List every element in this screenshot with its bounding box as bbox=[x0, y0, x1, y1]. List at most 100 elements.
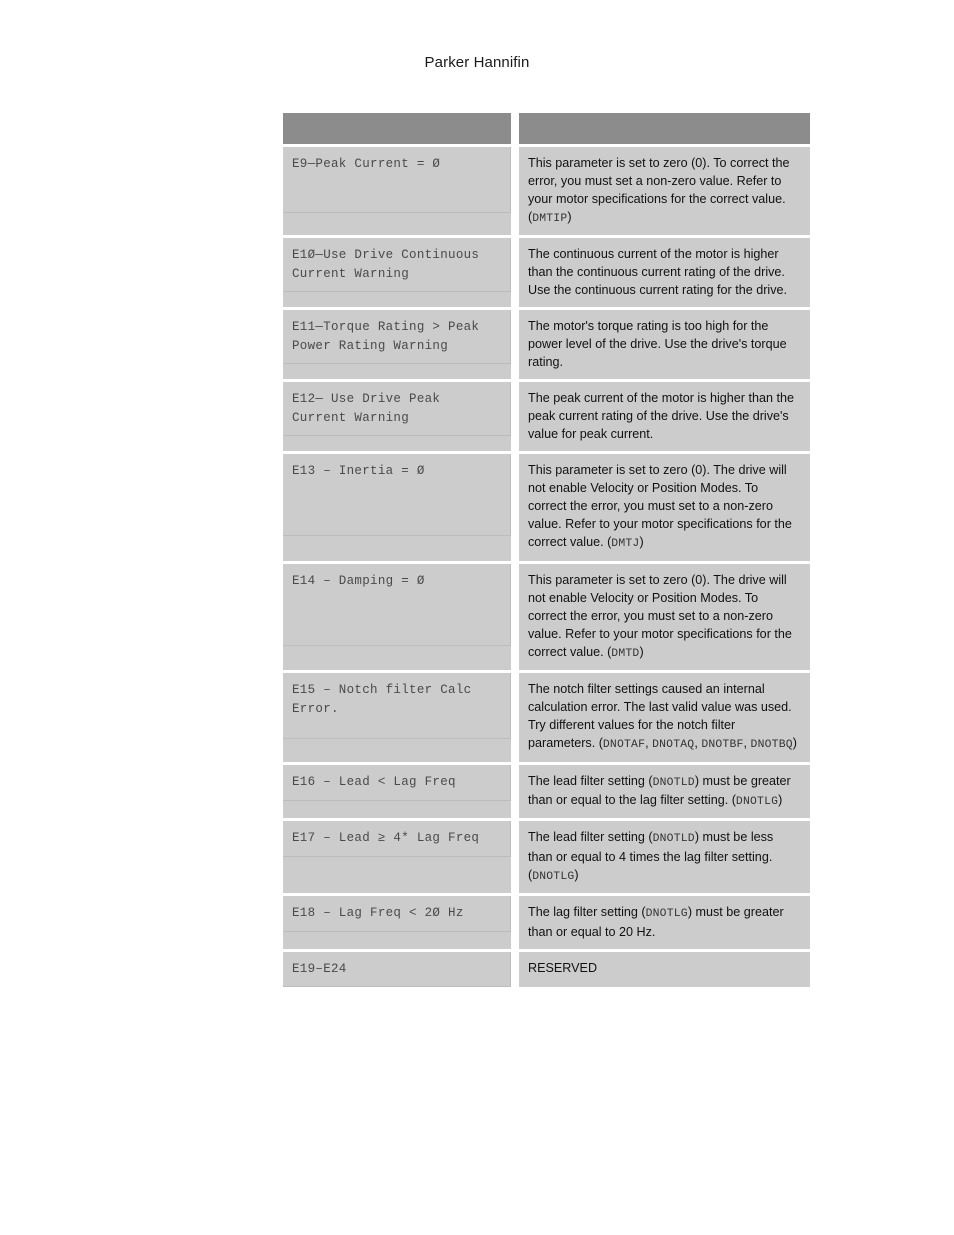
error-description-text: This parameter is set to zero (0). The d… bbox=[528, 463, 792, 550]
description-fragment: The continuous current of the motor is h… bbox=[528, 247, 788, 298]
error-description-cell: The lead filter setting (DNOTLD) must be… bbox=[519, 818, 810, 894]
error-description-cell-inner: This parameter is set to zero (0). To co… bbox=[519, 147, 810, 235]
table-row: E17 – Lead ≥ 4* Lag Freq The lead filter … bbox=[283, 818, 810, 894]
error-description-cell-inner: This parameter is set to zero (0). The d… bbox=[519, 454, 810, 560]
description-fragment: RESERVED bbox=[528, 960, 598, 975]
table-header-row bbox=[283, 113, 810, 144]
description-fragment: The lead filter setting ( bbox=[528, 830, 653, 845]
description-fragment: The lead filter setting ( bbox=[528, 773, 653, 788]
column-gap-spacer bbox=[511, 670, 519, 762]
error-description-text: The motor's torque rating is too high fo… bbox=[528, 319, 787, 369]
table-row: E9—Peak Current = Ø This parameter is set… bbox=[283, 144, 810, 236]
error-code-cell: E18 – Lag Freq < 2Ø Hz bbox=[283, 893, 511, 949]
description-fragment: This parameter is set to zero (0). The d… bbox=[528, 572, 792, 659]
error-code-cell-inner: E9—Peak Current = Ø bbox=[283, 147, 511, 213]
running-header: Parker Hannifin bbox=[0, 54, 954, 72]
error-description-text: The lead filter setting (DNOTLD) must be… bbox=[528, 773, 791, 808]
description-fragment: ) bbox=[639, 535, 644, 550]
error-code-cell-inner: E19–E24 bbox=[283, 951, 511, 987]
table-header bbox=[283, 113, 810, 144]
error-description-text: The lead filter setting (DNOTLD) must be… bbox=[528, 830, 773, 883]
error-description-cell: This parameter is set to zero (0). The d… bbox=[519, 560, 810, 671]
error-description-cell-inner: The lead filter setting (DNOTLD) must be… bbox=[519, 821, 810, 893]
column-gap-spacer bbox=[511, 379, 519, 452]
error-code-cell-inner: E15 – Notch filter Calc Error. bbox=[283, 673, 511, 740]
error-code-text: E18 – Lag Freq < 2Ø Hz bbox=[292, 906, 464, 921]
error-code-text: E16 – Lead < Lag Freq bbox=[292, 774, 456, 789]
error-description-cell-inner: The motor's torque rating is too high fo… bbox=[519, 310, 810, 379]
error-code-cell: E14 – Damping = Ø bbox=[283, 560, 511, 671]
parameter-name: DNOTLG bbox=[645, 908, 688, 921]
column-gap-spacer bbox=[511, 144, 519, 236]
description-fragment: The peak current of the motor is higher … bbox=[528, 391, 795, 442]
table-row: E18 – Lag Freq < 2Ø Hz The lag filter set… bbox=[283, 893, 810, 949]
error-description-text: This parameter is set to zero (0). To co… bbox=[528, 156, 790, 225]
description-fragment: The lag filter setting ( bbox=[528, 905, 646, 920]
error-code-table-wrapper: E9—Peak Current = Ø This parameter is set… bbox=[283, 113, 810, 987]
description-fragment: ) bbox=[778, 793, 783, 808]
error-code-cell-inner: E17 – Lead ≥ 4* Lag Freq bbox=[283, 821, 511, 858]
error-code-cell: E9—Peak Current = Ø bbox=[283, 144, 511, 236]
parameter-name: DMTIP bbox=[532, 213, 568, 225]
error-description-text: The lag filter setting (DNOTLG) must be … bbox=[528, 905, 784, 938]
column-gap-spacer bbox=[511, 560, 519, 671]
table-row: E12— Use Drive Peak Current Warning The p… bbox=[283, 379, 810, 452]
error-description-cell: The notch filter settings caused an inte… bbox=[519, 670, 810, 762]
column-gap-spacer bbox=[511, 818, 519, 894]
error-code-cell: E1Ø—Use Drive Continuous Current Warning bbox=[283, 235, 511, 308]
parameter-name: DNOTBQ bbox=[750, 739, 793, 752]
description-fragment: This parameter is set to zero (0). The d… bbox=[528, 463, 792, 550]
parameter-name: DNOTLD bbox=[652, 833, 695, 846]
table-row: E11—Torque Rating > Peak Power Rating Wa… bbox=[283, 307, 810, 380]
error-code-text: E12— Use Drive Peak Current Warning bbox=[292, 392, 449, 426]
error-description-cell: The lead filter setting (DNOTLD) must be… bbox=[519, 761, 810, 819]
error-description-cell-inner: RESERVED bbox=[519, 952, 810, 985]
parameter-name: DNOTAF bbox=[602, 739, 646, 752]
error-description-cell-inner: The continuous current of the motor is h… bbox=[519, 238, 810, 307]
column-header-code bbox=[283, 113, 511, 144]
error-description-cell-inner: The peak current of the motor is higher … bbox=[519, 382, 810, 451]
parameter-name: DMTD bbox=[611, 647, 640, 660]
error-code-text: E1Ø—Use Drive Continuous Current Warning bbox=[292, 248, 488, 282]
parameter-name: DNOTLG bbox=[532, 870, 575, 883]
error-code-cell: E16 – Lead < Lag Freq bbox=[283, 761, 511, 819]
table-row: E16 – Lead < Lag Freq The lead filter set… bbox=[283, 761, 810, 819]
error-description-text: This parameter is set to zero (0). The d… bbox=[528, 572, 792, 660]
error-code-cell-inner: E1Ø—Use Drive Continuous Current Warning bbox=[283, 238, 511, 293]
table-row: E14 – Damping = Ø This parameter is set t… bbox=[283, 560, 810, 671]
error-description-cell: This parameter is set to zero (0). The d… bbox=[519, 451, 810, 561]
error-description-cell: This parameter is set to zero (0). To co… bbox=[519, 144, 810, 236]
column-gap-spacer bbox=[511, 113, 519, 144]
document-page: Parker Hannifin E9—Peak Current = Ø This… bbox=[0, 0, 954, 1235]
error-code-text: E11—Torque Rating > Peak Power Rating Wa… bbox=[292, 320, 488, 354]
error-code-text: E9—Peak Current = Ø bbox=[292, 157, 441, 171]
column-gap-spacer bbox=[511, 948, 519, 987]
parameter-name: DNOTLD bbox=[652, 776, 695, 789]
table-row: E19–E24 RESERVED bbox=[283, 948, 810, 987]
error-description-cell-inner: The notch filter settings caused an inte… bbox=[519, 673, 810, 761]
error-description-cell: The continuous current of the motor is h… bbox=[519, 235, 810, 308]
error-description-cell: RESERVED bbox=[519, 948, 810, 987]
error-code-text: E19–E24 bbox=[292, 961, 347, 976]
column-gap-spacer bbox=[511, 451, 519, 561]
error-code-text: E13 – Inertia = Ø bbox=[292, 464, 425, 479]
error-code-cell: E11—Torque Rating > Peak Power Rating Wa… bbox=[283, 307, 511, 380]
parameter-name: DNOTBF bbox=[701, 739, 744, 752]
error-code-cell: E19–E24 bbox=[283, 948, 511, 987]
error-code-cell-inner: E16 – Lead < Lag Freq bbox=[283, 764, 511, 801]
column-gap-spacer bbox=[511, 761, 519, 819]
error-code-text: E15 – Notch filter Calc Error. bbox=[292, 683, 480, 717]
error-code-cell-inner: E13 – Inertia = Ø bbox=[283, 454, 511, 537]
error-code-cell: E13 – Inertia = Ø bbox=[283, 451, 511, 561]
error-code-cell-inner: E12— Use Drive Peak Current Warning bbox=[283, 382, 511, 437]
table-row: E1Ø—Use Drive Continuous Current Warning… bbox=[283, 235, 810, 308]
error-code-cell-inner: E18 – Lag Freq < 2Ø Hz bbox=[283, 896, 511, 933]
error-code-cell: E12— Use Drive Peak Current Warning bbox=[283, 379, 511, 452]
error-description-cell-inner: This parameter is set to zero (0). The d… bbox=[519, 564, 810, 670]
error-description-text: The continuous current of the motor is h… bbox=[528, 247, 787, 297]
error-description-cell-inner: The lead filter setting (DNOTLD) must be… bbox=[519, 765, 810, 819]
error-code-cell-inner: E11—Torque Rating > Peak Power Rating Wa… bbox=[283, 310, 511, 365]
error-code-cell-inner: E14 – Damping = Ø bbox=[283, 563, 511, 646]
description-fragment: ) bbox=[567, 210, 572, 224]
column-header-description bbox=[519, 113, 810, 144]
